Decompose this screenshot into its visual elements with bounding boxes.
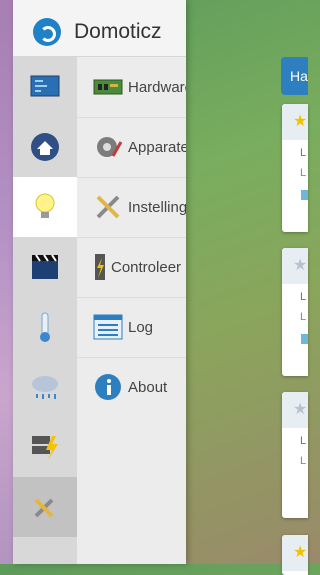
menu-item-settings[interactable]: Instellingen [77, 177, 186, 238]
menu-item-devices[interactable]: Apparaten [77, 117, 186, 178]
card-link[interactable]: L [300, 434, 308, 448]
side-menu: Domoticz Hardware [13, 0, 186, 564]
background-edge [0, 0, 13, 564]
weather-icon[interactable] [13, 357, 77, 417]
favorite-star-icon[interactable]: ★ [293, 258, 307, 274]
card-text: L [300, 455, 307, 467]
menu-item-log[interactable]: Log [77, 297, 186, 358]
device-card: ★ L L [282, 392, 308, 518]
card-link[interactable]: L [300, 290, 308, 304]
menu-item-label: Log [128, 318, 154, 336]
menu-header: Domoticz [13, 0, 186, 57]
card-level-bar [301, 190, 308, 200]
menu-item-about[interactable]: About [77, 357, 186, 417]
lights-icon[interactable] [13, 177, 77, 237]
menu-item-check[interactable]: Controleer [77, 237, 186, 298]
hardware-icon [92, 71, 124, 103]
devices-gear-icon [92, 131, 124, 163]
card-text: L [300, 167, 307, 179]
menu-item-label: Apparaten [128, 138, 186, 156]
sidebar-icon-column [13, 57, 77, 564]
check-power-icon [91, 251, 109, 283]
settings-tools-icon [92, 191, 124, 223]
menu-item-label: Hardware [128, 78, 186, 96]
utility-icon[interactable] [13, 417, 77, 477]
menu-item-label: Instellingen [128, 198, 186, 216]
app-title: Domoticz [74, 20, 162, 43]
device-card: ★ [282, 535, 308, 575]
device-card: ★ L L [282, 104, 308, 232]
dashboard-icon[interactable] [13, 57, 77, 117]
favorite-star-icon[interactable]: ★ [293, 402, 307, 418]
card-link[interactable]: L [300, 146, 308, 160]
floorplan-icon[interactable] [13, 117, 77, 177]
hardware-tab-button[interactable]: Ha [281, 57, 308, 95]
menu-item-hardware[interactable]: Hardware [77, 57, 186, 118]
card-level-bar [301, 334, 308, 344]
scenes-icon[interactable] [13, 237, 77, 297]
device-card: ★ L L [282, 248, 308, 376]
log-list-icon [92, 311, 124, 343]
menu-item-label: About [128, 378, 168, 396]
menu-item-label: Controleer [111, 258, 182, 276]
favorite-star-icon[interactable]: ★ [293, 545, 307, 561]
info-icon [92, 371, 124, 403]
temperature-icon[interactable] [13, 297, 77, 357]
domoticz-logo-icon [33, 18, 61, 46]
setup-icon[interactable] [13, 477, 77, 537]
card-text: L [300, 311, 307, 323]
favorite-star-icon[interactable]: ★ [293, 114, 307, 130]
